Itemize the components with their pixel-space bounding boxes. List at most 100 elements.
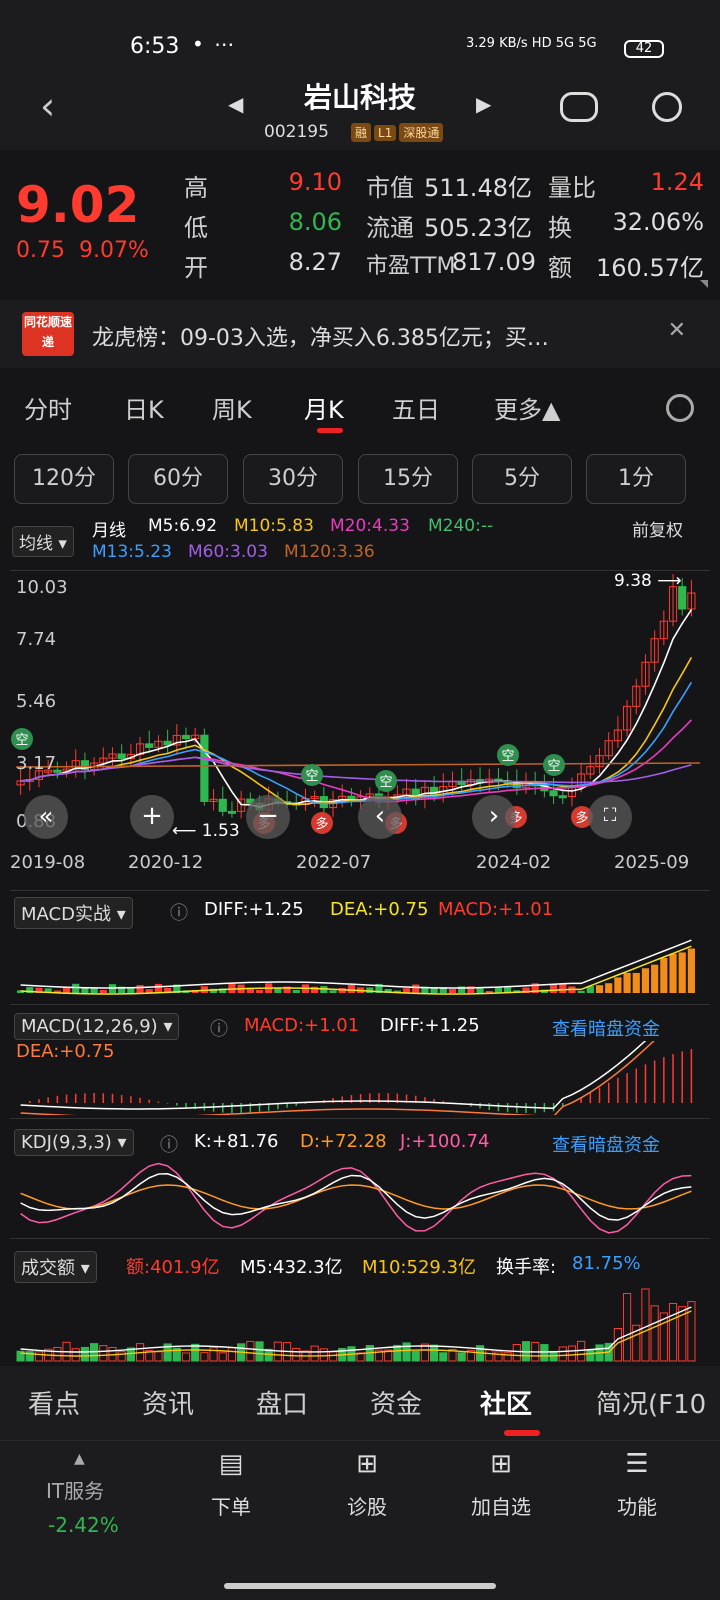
period-120min[interactable]: 120分 [14, 454, 114, 504]
tag-margin: 融 [351, 123, 372, 142]
mktcap-value: 511.48亿 [424, 174, 532, 202]
macd-value: MACD:+1.01 [244, 1015, 360, 1036]
help-icon[interactable]: ⓘ [170, 899, 188, 925]
scroll-right-icon[interactable]: › [472, 795, 516, 839]
close-icon[interactable]: ✕ [668, 318, 686, 343]
tab-profile[interactable]: 简况(F10 [596, 1384, 706, 1421]
macd-combat-diff: DIFF:+1.25 [204, 899, 304, 920]
next-stock-icon[interactable]: ▶ [476, 92, 491, 116]
xtick-2: 2022-07 [296, 852, 372, 873]
ma-selector[interactable]: 均线 ▾ [12, 526, 74, 557]
volume-bar [310, 1345, 319, 1362]
macd-combat-bar [549, 984, 558, 993]
candle-body [218, 798, 227, 812]
float-value: 505.23亿 [424, 214, 532, 242]
volume-bar [71, 1348, 80, 1362]
signal-text: 多 [315, 816, 328, 832]
kline-chart[interactable]: 空空空空空多多多多多 10.03 7.74 5.46 3.17 0.88 9.3… [10, 570, 710, 842]
candle-body [181, 734, 191, 740]
macd-combat-title: MACD实战 [21, 904, 111, 925]
search-icon[interactable] [652, 92, 682, 122]
kdj-panel[interactable]: KDJ(9,3,3) ▾ ⓘ K:+81.76 D:+72.28 J:+100.… [10, 1118, 710, 1236]
open-label: 开 [184, 254, 208, 282]
volume-panel[interactable]: 成交额 ▾ 额:401.9亿 M5:432.3亿 M10:529.3亿 换手率:… [10, 1238, 710, 1364]
macd-combat-bar [632, 972, 640, 993]
news-banner[interactable]: 同花顺速递 龙虎榜：09-03入选，净买入6.385亿元；买… ✕ [0, 300, 720, 368]
volume-svg [16, 1288, 696, 1362]
volume-bar [439, 1352, 448, 1362]
nav-order[interactable]: 下单 [186, 1491, 276, 1520]
adjust-mode[interactable]: 前复权 [632, 516, 683, 541]
xtick-4: 2025-09 [614, 852, 690, 873]
volume-bar [154, 1351, 163, 1362]
tab-monthly[interactable]: 月K [304, 390, 344, 425]
assistant-icon[interactable] [560, 92, 598, 122]
scroll-left-icon[interactable]: ‹ [358, 795, 402, 839]
nav-add-watchlist[interactable]: 加自选 [456, 1491, 546, 1520]
macd-combat-panel[interactable]: MACD实战 ▾ ⓘ DIFF:+1.25 DEA:+0.75 MACD:+1.… [10, 890, 710, 1002]
diagnose-icon[interactable]: ⊞ [322, 1449, 412, 1479]
volume-selector[interactable]: 成交额 ▾ [14, 1251, 97, 1283]
macd-panel[interactable]: MACD(12,26,9) ▾ ⓘ MACD:+1.01 DIFF:+1.25 … [10, 1004, 710, 1116]
menu-icon[interactable]: ☰ [592, 1449, 682, 1479]
volratio-value: 1.24 [650, 168, 704, 196]
add-watchlist-icon[interactable]: ⊞ [456, 1449, 546, 1479]
clock: 6:53 [130, 34, 180, 59]
volume-bar [117, 1351, 126, 1362]
candle-body [558, 795, 567, 799]
sector-name[interactable]: IT服务 [46, 1475, 104, 1504]
zoom-in-icon[interactable]: + [130, 795, 174, 839]
tab-more[interactable]: 更多▲ [494, 390, 560, 425]
macd-darkpool-link[interactable]: 查看暗盘资金 [552, 1015, 660, 1041]
change-value: 0.75 [16, 238, 65, 263]
tab-intraday[interactable]: 分时 [24, 390, 72, 425]
tab-community[interactable]: 社区 [480, 1384, 532, 1421]
tab-daily[interactable]: 日K [124, 390, 164, 425]
macd-combat-diff-line [20, 939, 692, 989]
ytick-3: 3.17 [16, 753, 57, 774]
period-60min[interactable]: 60分 [128, 454, 228, 504]
tab-weekly[interactable]: 周K [212, 390, 252, 425]
period-5min[interactable]: 5分 [472, 454, 572, 504]
volume-bar [200, 1352, 209, 1362]
tab-highlights[interactable]: 看点 [28, 1384, 80, 1421]
expand-icon[interactable] [700, 280, 708, 288]
macd-combat-bar [595, 985, 604, 993]
macd-combat-bar [62, 987, 71, 993]
volume-amount: 额:401.9亿 [126, 1257, 220, 1278]
volume-m5-line [20, 1306, 692, 1353]
signal-text: 多 [575, 810, 588, 826]
tab-funds[interactable]: 资金 [370, 1384, 422, 1421]
macd-combat-bar [347, 984, 355, 993]
home-indicator[interactable] [224, 1583, 496, 1589]
tab-orderbook[interactable]: 盘口 [256, 1384, 308, 1421]
help-icon[interactable]: ⓘ [210, 1015, 228, 1041]
zoom-out-icon[interactable]: − [246, 795, 290, 839]
fullscreen-icon[interactable]: ⛶ [588, 795, 632, 839]
kdj-selector[interactable]: KDJ(9,3,3) ▾ [14, 1129, 134, 1156]
macd-combat-selector[interactable]: MACD实战 ▾ [14, 897, 133, 929]
kdj-k: K:+81.76 [194, 1131, 279, 1152]
volratio-label: 量比 [548, 174, 596, 202]
sector-expand-icon[interactable]: ▲ [74, 1451, 85, 1467]
nav-diagnose[interactable]: 诊股 [322, 1491, 412, 1520]
scroll-left-far-icon[interactable]: « [24, 795, 68, 839]
help-icon[interactable]: ⓘ [160, 1131, 178, 1157]
news-text[interactable]: 龙虎榜：09-03入选，净买入6.385亿元；买… [92, 320, 652, 352]
tab-news[interactable]: 资讯 [142, 1384, 194, 1421]
order-icon[interactable]: ▤ [186, 1449, 276, 1479]
macd-combat-bar [605, 983, 613, 993]
macd-selector[interactable]: MACD(12,26,9) ▾ [14, 1013, 180, 1040]
status-bar: 6:53 • ⋯ 3.29 KB/s HD 5G 5G 42 [0, 0, 720, 70]
nav-functions[interactable]: 功能 [592, 1491, 682, 1520]
volume-bar [485, 1349, 494, 1362]
period-30min[interactable]: 30分 [243, 454, 343, 504]
high-value: 9.10 [288, 168, 342, 196]
period-15min[interactable]: 15分 [358, 454, 458, 504]
tab-five-day[interactable]: 五日 [392, 390, 440, 425]
macd-title: MACD(12,26,9) [21, 1016, 158, 1037]
period-1min[interactable]: 1分 [586, 454, 686, 504]
settings-icon[interactable] [666, 394, 694, 422]
macd-combat-bar [623, 972, 631, 993]
kdj-darkpool-link[interactable]: 查看暗盘资金 [552, 1131, 660, 1157]
